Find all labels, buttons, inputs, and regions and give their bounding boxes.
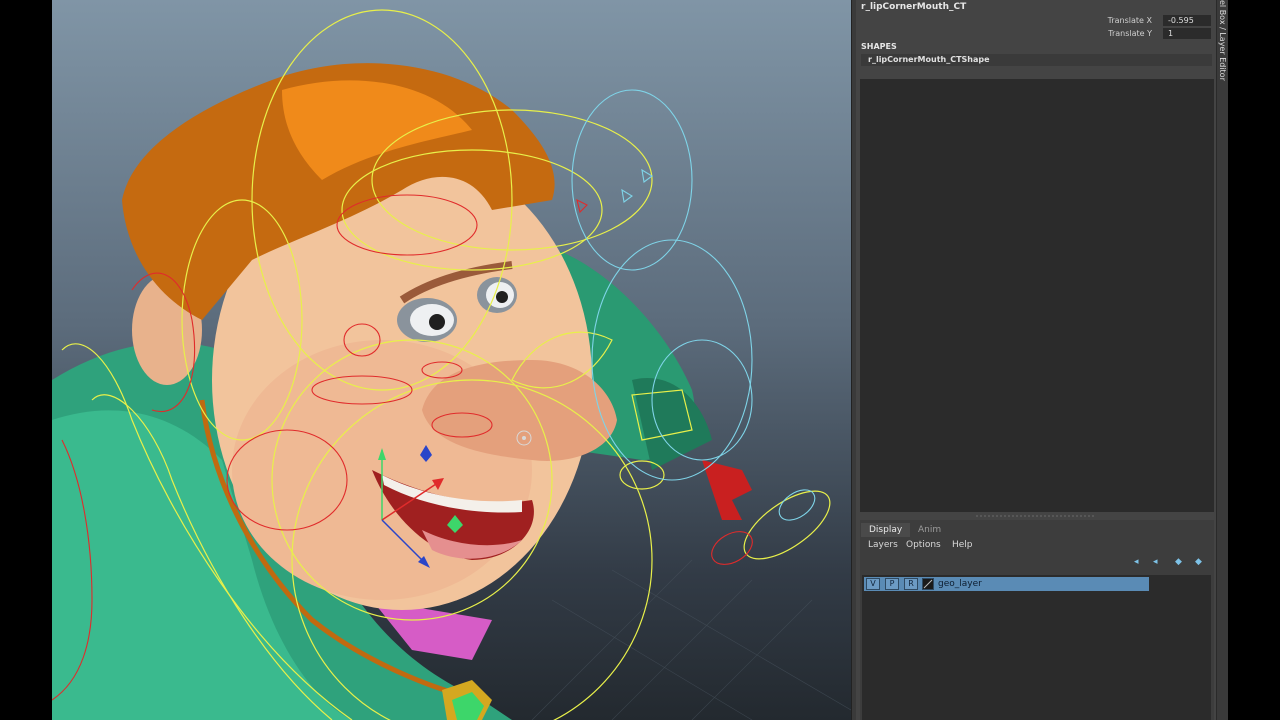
tab-display[interactable]: Display xyxy=(861,523,911,537)
shapes-header: SHAPES xyxy=(861,42,897,51)
menu-help[interactable]: Help xyxy=(952,540,973,550)
attr-label-translate-y: Translate Y xyxy=(1108,29,1152,38)
channel-box-empty-area xyxy=(860,79,1214,512)
character-rig-render xyxy=(52,9,851,720)
layer-name: geo_layer xyxy=(938,579,982,589)
attr-field-translate-y[interactable]: 1 xyxy=(1163,28,1211,39)
layer-list xyxy=(862,575,1211,720)
new-layer-selected-icon[interactable]: ◆ xyxy=(1195,557,1207,567)
layer-reference-toggle[interactable]: R xyxy=(904,578,918,590)
node-name: r_lipCornerMouth_CT xyxy=(861,2,967,12)
menu-options[interactable]: Options xyxy=(906,540,941,550)
side-tab-label: el Box / Layer Editor xyxy=(1218,0,1227,81)
layer-color-swatch[interactable] xyxy=(922,578,934,590)
move-layer-down-icon[interactable]: ◂ xyxy=(1153,557,1165,567)
attr-field-translate-x[interactable]: -0.595 xyxy=(1163,15,1211,26)
attr-label-translate-x: Translate X xyxy=(1107,16,1152,25)
move-layer-up-icon[interactable]: ◂ xyxy=(1134,557,1146,567)
left-letterbox xyxy=(0,0,52,720)
tab-anim[interactable]: Anim xyxy=(910,523,949,537)
ground-grid xyxy=(531,559,851,720)
layer-visibility-toggle[interactable]: V xyxy=(866,578,880,590)
right-letterbox xyxy=(1228,0,1280,720)
layer-color-slash-icon xyxy=(923,579,933,589)
menu-layers[interactable]: Layers xyxy=(868,540,898,550)
new-layer-icon[interactable]: ◆ xyxy=(1175,557,1187,567)
3d-viewport[interactable] xyxy=(52,0,851,720)
shape-node-row[interactable]: r_lipCornerMouth_CTShape xyxy=(861,54,1212,66)
layer-playback-toggle[interactable]: P xyxy=(885,578,899,590)
hand-shape xyxy=(702,460,752,520)
editor-splitter-handle[interactable] xyxy=(975,515,1095,517)
